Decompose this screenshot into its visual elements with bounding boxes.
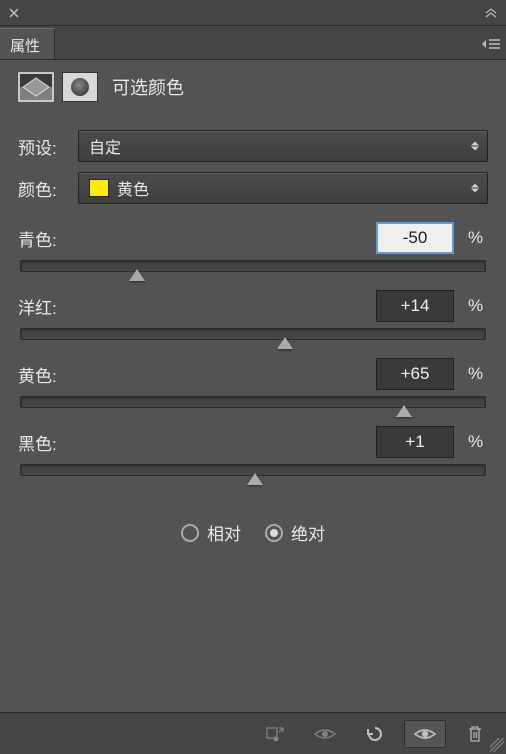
color-swatch bbox=[89, 179, 109, 197]
radio-absolute[interactable]: 绝对 bbox=[265, 520, 325, 545]
slider-thumb[interactable] bbox=[277, 337, 293, 349]
adjustment-header: 可选颜色 bbox=[18, 72, 488, 102]
properties-panel: 可选颜色 预设: 自定 颜色: 黄色 青色:%洋红:%黄色:%黑色:% 相对 绝… bbox=[0, 60, 506, 754]
panel-menu-icon[interactable] bbox=[476, 28, 506, 59]
slider-label: 青色: bbox=[18, 226, 376, 251]
selective-color-icon[interactable] bbox=[18, 72, 54, 102]
titlebar bbox=[0, 0, 506, 26]
slider-thumb[interactable] bbox=[247, 473, 263, 485]
slider-3: 黑色:% bbox=[18, 426, 488, 476]
slider-thumb[interactable] bbox=[129, 269, 145, 281]
slider-track[interactable] bbox=[20, 260, 486, 272]
panel-footer bbox=[0, 712, 506, 754]
radio-relative-label: 相对 bbox=[207, 520, 241, 545]
slider-track[interactable] bbox=[20, 396, 486, 408]
tab-row: 属性 bbox=[0, 26, 506, 60]
slider-thumb[interactable] bbox=[396, 405, 412, 417]
percent-symbol: % bbox=[468, 228, 488, 248]
tab-properties[interactable]: 属性 bbox=[0, 28, 55, 59]
slider-label: 洋红: bbox=[18, 294, 376, 319]
slider-2: 黄色:% bbox=[18, 358, 488, 408]
visibility-icon[interactable] bbox=[304, 720, 346, 748]
view-previous-icon[interactable] bbox=[404, 720, 446, 748]
slider-value-input[interactable] bbox=[376, 290, 454, 322]
clip-to-layer-icon[interactable] bbox=[254, 720, 296, 748]
reset-icon[interactable] bbox=[354, 720, 396, 748]
percent-symbol: % bbox=[468, 296, 488, 316]
slider-track[interactable] bbox=[20, 328, 486, 340]
layer-mask-icon[interactable] bbox=[62, 72, 98, 102]
close-icon[interactable] bbox=[6, 5, 22, 21]
resize-grip[interactable] bbox=[490, 738, 504, 752]
color-value: 黄色 bbox=[117, 176, 149, 200]
radio-relative[interactable]: 相对 bbox=[181, 520, 241, 545]
color-row: 颜色: 黄色 bbox=[18, 172, 488, 204]
slider-0: 青色:% bbox=[18, 222, 488, 272]
slider-1: 洋红:% bbox=[18, 290, 488, 340]
preset-value: 自定 bbox=[89, 134, 121, 158]
preset-label: 预设: bbox=[18, 134, 78, 159]
preset-dropdown[interactable]: 自定 bbox=[78, 130, 488, 162]
slider-value-input[interactable] bbox=[376, 222, 454, 254]
color-dropdown[interactable]: 黄色 bbox=[78, 172, 488, 204]
slider-value-input[interactable] bbox=[376, 358, 454, 390]
slider-value-input[interactable] bbox=[376, 426, 454, 458]
collapse-icon[interactable] bbox=[482, 6, 500, 20]
preset-row: 预设: 自定 bbox=[18, 130, 488, 162]
slider-track[interactable] bbox=[20, 464, 486, 476]
percent-symbol: % bbox=[468, 364, 488, 384]
percent-symbol: % bbox=[468, 432, 488, 452]
method-row: 相对 绝对 bbox=[18, 520, 488, 545]
slider-label: 黑色: bbox=[18, 430, 376, 455]
adjustment-title: 可选颜色 bbox=[112, 74, 184, 100]
radio-absolute-label: 绝对 bbox=[291, 520, 325, 545]
color-label: 颜色: bbox=[18, 176, 78, 201]
slider-label: 黄色: bbox=[18, 362, 376, 387]
